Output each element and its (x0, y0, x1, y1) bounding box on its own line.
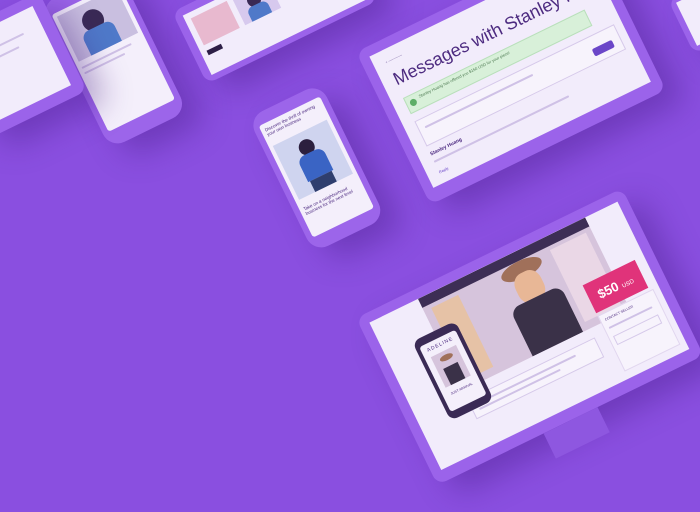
contact-input[interactable] (612, 314, 663, 346)
tablet-screen (182, 0, 369, 76)
send-button[interactable] (591, 39, 615, 57)
breadcrumb: ‹ ——— (384, 52, 404, 66)
reply-link[interactable]: Reply (438, 165, 449, 174)
hero-image (56, 0, 139, 62)
price-currency: USD (621, 278, 636, 290)
price-value: $50 (595, 278, 622, 302)
check-icon (408, 97, 419, 108)
mockup-scene: Discover the thrill of owning your own b… (0, 0, 700, 512)
